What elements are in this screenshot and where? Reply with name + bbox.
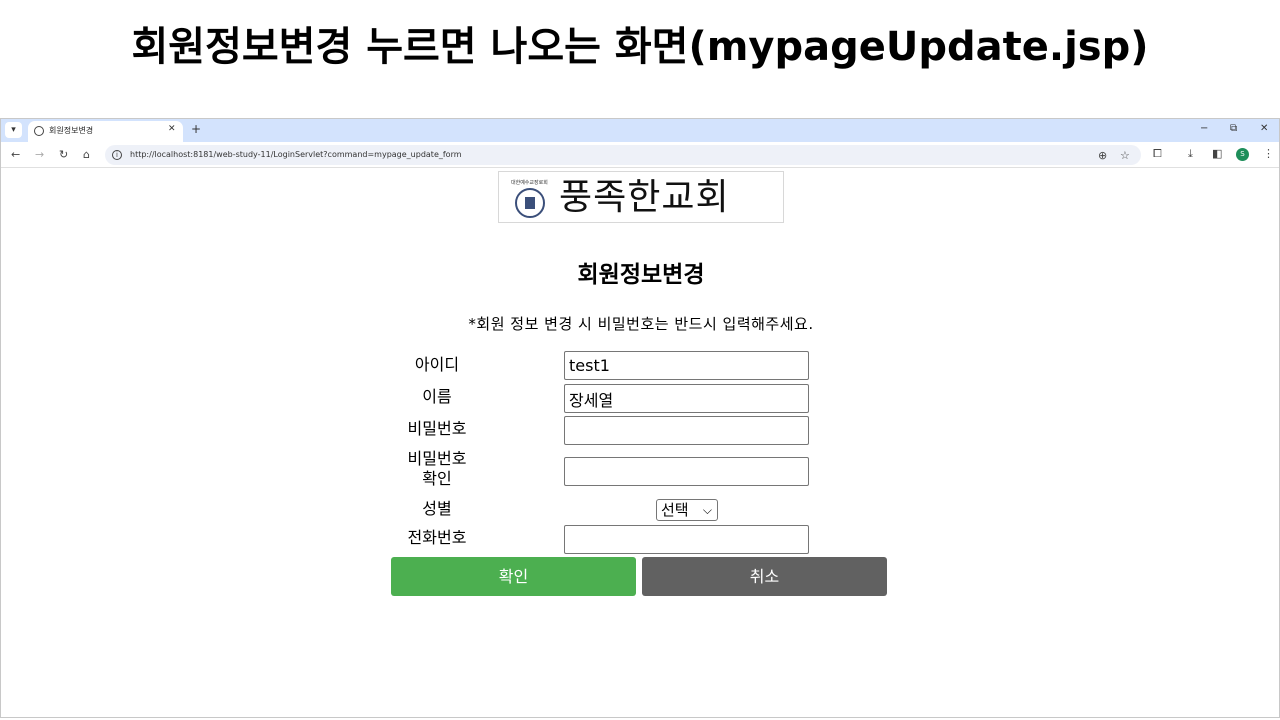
profile-avatar[interactable]: S xyxy=(1236,148,1249,161)
back-icon[interactable]: ← xyxy=(11,148,20,161)
forward-icon[interactable]: → xyxy=(35,148,44,161)
tab-list-button[interactable]: ▾ xyxy=(5,122,22,138)
site-info-icon[interactable]: i xyxy=(112,150,122,160)
name-label: 이름 xyxy=(422,387,452,406)
gender-label: 성별 xyxy=(422,499,452,518)
slide-title: 회원정보변경 누르면 나오는 화면(mypageUpdate.jsp) xyxy=(131,24,1149,70)
address-bar[interactable]: i http://localhost:8181/web-study-11/Log… xyxy=(105,145,1141,165)
page-content: 대한예수교장로회 풍족한교회 회원정보변경 *회원 정보 변경 시 비밀번호는 … xyxy=(1,169,1279,718)
confirm-button[interactable]: 확인 xyxy=(391,557,636,596)
password-confirm-label-line2: 확인 xyxy=(422,469,452,488)
browser-tab[interactable]: 회원정보변경 ✕ xyxy=(28,121,183,142)
close-tab-icon[interactable]: ✕ xyxy=(168,124,176,134)
logo-denomination: 대한예수교장로회 xyxy=(511,180,548,186)
gender-selected-value: 선택 xyxy=(661,501,689,519)
password-field[interactable] xyxy=(564,416,809,445)
menu-icon[interactable]: ⋮ xyxy=(1263,147,1274,160)
password-confirm-label: 비밀번호 확인 xyxy=(390,449,484,489)
tab-strip: ▾ 회원정보변경 ✕ + − ⧉ ✕ xyxy=(1,119,1279,142)
tab-title: 회원정보변경 xyxy=(49,126,94,135)
logo-church-name: 풍족한교회 xyxy=(559,177,730,218)
home-icon[interactable]: ⌂ xyxy=(83,148,90,161)
new-tab-icon[interactable]: + xyxy=(191,122,201,136)
password-label: 비밀번호 xyxy=(407,419,467,438)
side-panel-icon[interactable]: ◧ xyxy=(1212,147,1222,160)
phone-label: 전화번호 xyxy=(407,528,467,547)
reload-icon[interactable]: ↻ xyxy=(59,148,68,161)
church-seal-icon xyxy=(515,188,545,218)
church-logo: 대한예수교장로회 풍족한교회 xyxy=(498,171,784,223)
browser-toolbar: ← → ↻ ⌂ i http://localhost:8181/web-stud… xyxy=(1,142,1279,168)
download-icon[interactable]: ⤓ xyxy=(1188,147,1193,161)
id-field[interactable] xyxy=(564,351,809,380)
password-confirm-label-line1: 비밀번호 xyxy=(407,449,467,468)
browser-window: ▾ 회원정보변경 ✕ + − ⧉ ✕ ← → ↻ ⌂ i http://loca… xyxy=(0,118,1280,718)
name-field[interactable] xyxy=(564,384,809,413)
url-text: http://localhost:8181/web-study-11/Login… xyxy=(130,150,462,159)
phone-field[interactable] xyxy=(564,525,809,554)
globe-icon xyxy=(34,126,44,136)
password-notice: *회원 정보 변경 시 비밀번호는 반드시 입력해주세요. xyxy=(468,315,814,333)
minimize-icon[interactable]: − xyxy=(1200,123,1208,134)
password-confirm-field[interactable] xyxy=(564,457,809,486)
id-label: 아이디 xyxy=(414,355,460,374)
zoom-icon[interactable]: ⊕ xyxy=(1098,149,1107,162)
extensions-icon[interactable]: ⧠ xyxy=(1153,147,1162,161)
gender-select[interactable]: 선택 ⌵ xyxy=(656,499,718,521)
form-title: 회원정보변경 xyxy=(577,262,705,288)
close-window-icon[interactable]: ✕ xyxy=(1260,123,1268,134)
bookmark-star-icon[interactable]: ☆ xyxy=(1120,149,1130,162)
cancel-button[interactable]: 취소 xyxy=(642,557,887,596)
chevron-down-icon: ⌵ xyxy=(702,503,712,517)
restore-icon[interactable]: ⧉ xyxy=(1230,123,1237,134)
